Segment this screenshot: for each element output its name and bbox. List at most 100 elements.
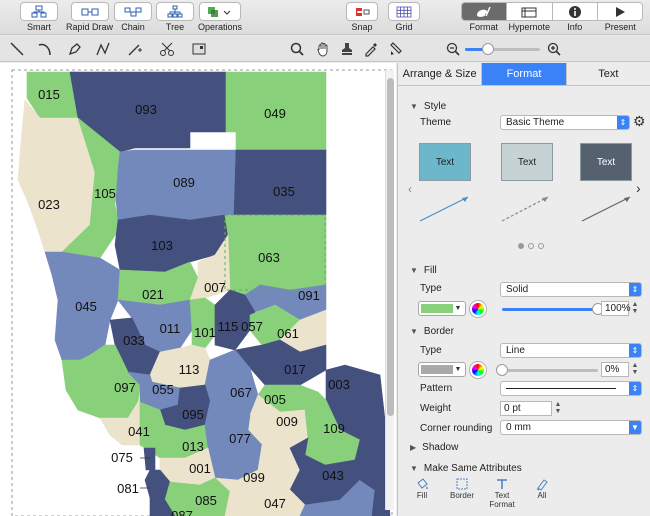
drawing-canvas[interactable]: 015 093 049 023 105 089 035 103 063 045 … <box>0 63 396 516</box>
smart-button[interactable]: Smart <box>20 2 58 32</box>
info-inspector-button[interactable] <box>552 3 598 20</box>
hypernote-inspector-button[interactable] <box>507 3 553 20</box>
county-label-093: 093 <box>135 102 157 117</box>
tab-format[interactable]: Format <box>482 63 567 85</box>
county-label-009: 009 <box>276 414 298 429</box>
chain-button[interactable]: Chain <box>114 2 152 32</box>
gear-icon[interactable]: ⚙ <box>633 113 646 130</box>
format-icon <box>477 6 491 17</box>
border-opacity-knob[interactable] <box>496 364 508 376</box>
style-page-dots[interactable] <box>518 243 544 249</box>
fill-opacity-field[interactable]: 100% <box>601 301 631 316</box>
style-thumb-3[interactable]: Text <box>580 143 632 181</box>
border-type-label: Type <box>420 345 442 356</box>
tree-icon <box>156 2 194 21</box>
zoom-out-icon <box>446 42 460 56</box>
color-wheel-icon[interactable] <box>470 301 486 317</box>
shadow-heading: Shadow <box>422 442 459 453</box>
border-section-header[interactable]: ▼ Border <box>410 326 454 337</box>
chevron-updown-icon: ⇕ <box>629 283 641 296</box>
stamp-tool[interactable] <box>336 39 358 59</box>
fill-opacity-slider[interactable] <box>502 303 604 315</box>
border-opacity-slider[interactable] <box>496 364 598 376</box>
fill-color-well[interactable]: ▼ <box>418 301 466 316</box>
make-same-heading: Make Same Attributes <box>423 463 522 474</box>
operations-icon <box>199 2 242 21</box>
style-thumb-1[interactable]: Text <box>419 143 471 181</box>
theme-select[interactable]: Basic Theme ⇕ <box>500 115 630 130</box>
present-inspector-button[interactable] <box>597 3 642 20</box>
border-opacity-stepper[interactable]: ▲ ▼ <box>631 362 639 376</box>
same-border-button[interactable]: Border <box>442 477 482 500</box>
same-fill-button[interactable]: Fill <box>402 477 442 500</box>
county-label-103: 103 <box>151 238 173 253</box>
style-thumb-2[interactable]: Text <box>501 143 553 181</box>
polyline-tool[interactable] <box>92 39 114 59</box>
style-thumb-text: Text <box>435 156 455 168</box>
county-label-003: 003 <box>328 377 350 392</box>
format-painter-icon <box>390 42 402 55</box>
curve-tool[interactable] <box>34 39 56 59</box>
shadow-section-header[interactable]: ▶ Shadow <box>410 442 458 453</box>
fill-color-swatch <box>421 304 453 313</box>
county-label-115: 115 <box>218 319 239 334</box>
operations-button[interactable]: Operations <box>198 2 242 32</box>
make-same-section-header[interactable]: ▼ Make Same Attributes <box>410 463 522 474</box>
county-label-081: 081 <box>117 481 139 496</box>
same-all-button[interactable]: All <box>522 477 562 500</box>
shape-tool[interactable] <box>188 39 210 59</box>
county-label-085: 085 <box>195 493 217 508</box>
style-section-header[interactable]: ▼ Style <box>410 101 446 112</box>
canvas-vertical-scrollbar[interactable] <box>385 70 394 510</box>
format-painter-tool[interactable] <box>385 39 407 59</box>
county-label-097: 097 <box>114 380 136 395</box>
county-shape[interactable] <box>143 447 156 471</box>
add-point-tool[interactable] <box>124 39 146 59</box>
fill-type-select[interactable]: Solid ⇕ <box>500 282 642 297</box>
fill-opacity-stepper[interactable]: ▲ ▼ <box>631 301 639 315</box>
tab-arrange-size[interactable]: Arrange & Size <box>398 63 483 85</box>
zoom-slider-knob[interactable] <box>481 43 494 55</box>
tab-text[interactable]: Text <box>566 63 650 85</box>
theme-value: Basic Theme <box>506 117 565 128</box>
border-heading: Border <box>423 326 454 337</box>
tree-button[interactable]: Tree <box>156 2 194 32</box>
border-type-value: Line <box>506 345 525 356</box>
county-label-077: 077 <box>229 431 251 446</box>
disclosure-open-icon: ▼ <box>410 464 418 473</box>
weight-field[interactable]: 0 pt <box>500 401 552 416</box>
county-label-101: 101 <box>194 325 216 340</box>
zoom-in-button[interactable] <box>543 39 565 59</box>
border-type-select[interactable]: Line ⇕ <box>500 343 642 358</box>
fill-attr-icon <box>417 478 428 489</box>
fill-section-header[interactable]: ▼ Fill <box>410 265 437 276</box>
pan-tool[interactable] <box>312 39 334 59</box>
county-shape[interactable] <box>233 149 327 216</box>
snap-button[interactable]: Snap <box>346 2 378 32</box>
pen-tool[interactable] <box>64 39 86 59</box>
scissors-tool[interactable] <box>156 39 178 59</box>
color-wheel-icon[interactable] <box>470 362 486 378</box>
zoom-out-button[interactable] <box>442 39 464 59</box>
same-text-format-button[interactable]: Text Format <box>482 477 522 509</box>
rapid-draw-button[interactable]: Rapid Draw <box>66 2 113 32</box>
canvas-scroll-thumb[interactable] <box>387 78 394 416</box>
pattern-select[interactable]: ⇕ <box>500 381 642 396</box>
weight-stepper[interactable]: ▲ ▼ <box>554 401 562 415</box>
grid-button[interactable]: Grid <box>388 2 420 32</box>
fill-type-value: Solid <box>506 284 529 295</box>
search-tool[interactable] <box>286 39 308 59</box>
corner-rounding-select[interactable]: 0 mm ▼ <box>500 420 642 435</box>
same-fill-label: Fill <box>416 491 428 500</box>
eyedropper-tool[interactable] <box>360 39 382 59</box>
weight-label: Weight <box>420 403 451 414</box>
format-inspector-button[interactable] <box>462 3 508 20</box>
pattern-label: Pattern <box>420 383 453 394</box>
county-label-091: 091 <box>298 288 320 303</box>
border-opacity-field[interactable]: 0% <box>601 362 629 377</box>
county-label-001: 001 <box>189 461 211 476</box>
border-color-well[interactable]: ▼ <box>418 362 466 377</box>
zoom-slider[interactable] <box>465 43 540 55</box>
county-shape[interactable] <box>189 297 216 349</box>
line-tool[interactable] <box>6 39 28 59</box>
